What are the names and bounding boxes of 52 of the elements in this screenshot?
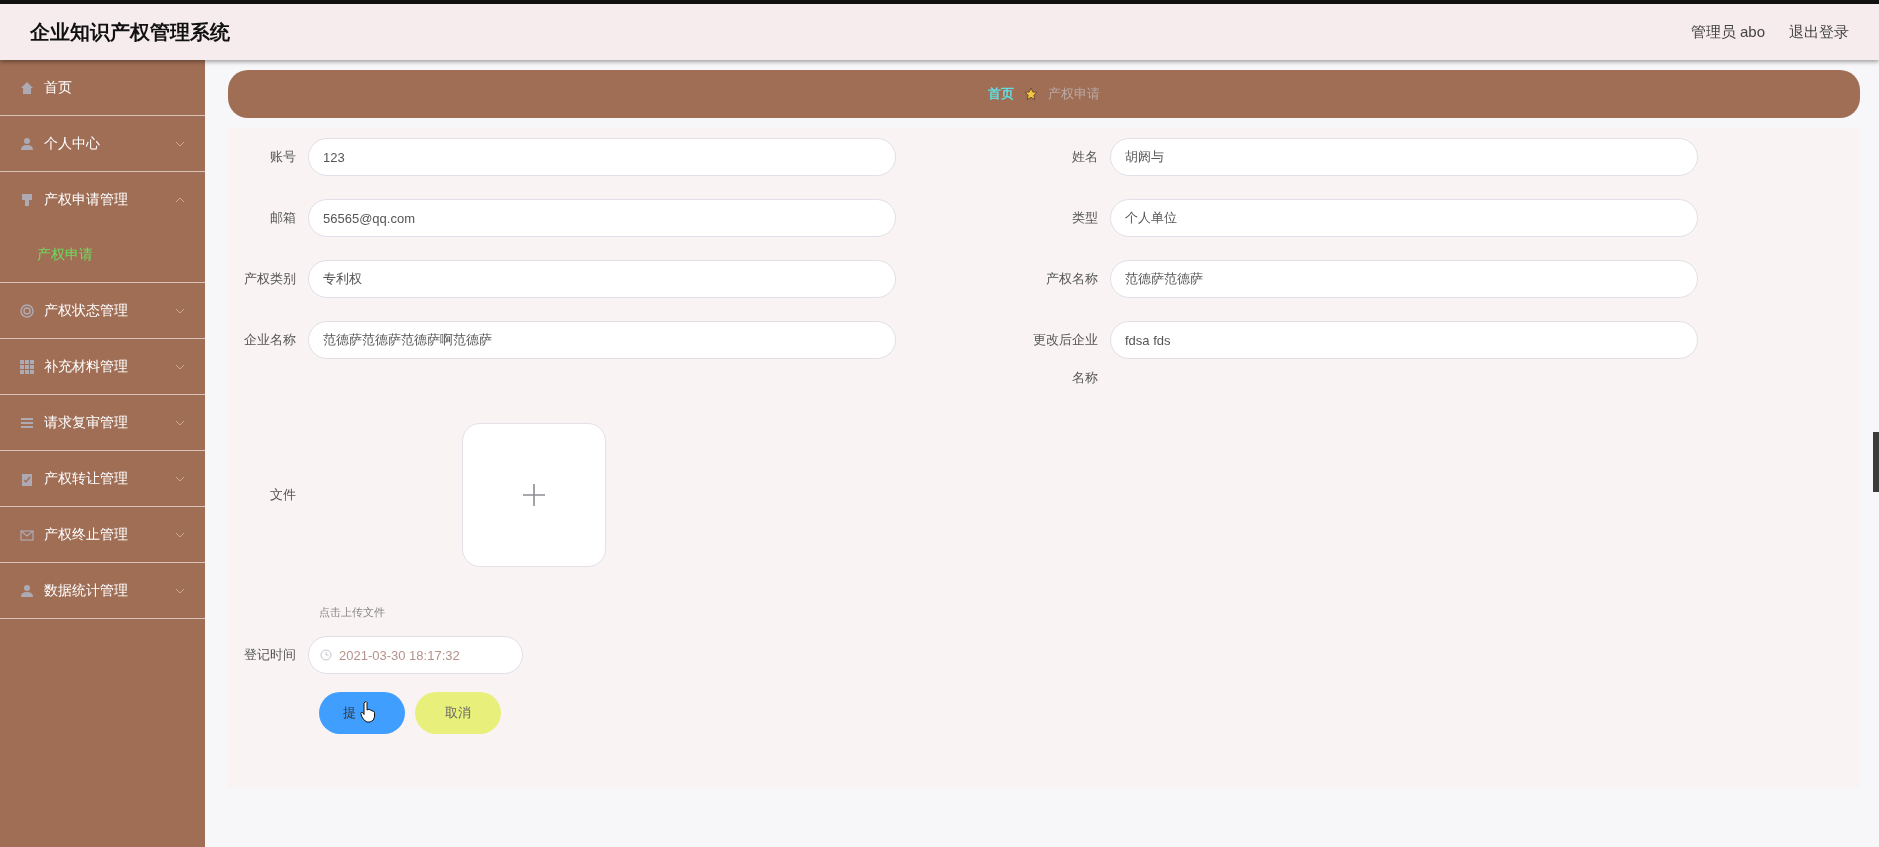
mail-icon <box>20 527 34 542</box>
field-label: 产权类别 <box>243 270 297 288</box>
date-field[interactable]: 2021-03-30 18:17:32 <box>308 636 523 674</box>
upload-hint: 点击上传文件 <box>319 605 385 620</box>
input-field[interactable]: 123 <box>308 138 896 176</box>
cancel-button[interactable]: 取消 <box>415 692 501 734</box>
field-label: 更改后企业名称 <box>1032 331 1099 387</box>
menu-item[interactable]: 个人中心 <box>0 116 205 171</box>
submenu-item[interactable]: 产权申请 <box>0 227 205 282</box>
user-icon <box>20 136 34 151</box>
hand-cursor-icon <box>360 701 376 723</box>
submit-button[interactable]: 提 <box>319 692 405 734</box>
menu-item[interactable]: 产权状态管理 <box>0 283 205 338</box>
field-label: 账号 <box>269 148 297 166</box>
scrollbar[interactable] <box>1873 432 1879 492</box>
menu-item[interactable]: 产权转让管理 <box>0 451 205 506</box>
home-icon <box>20 80 34 95</box>
menu-item[interactable]: 补充材料管理 <box>0 339 205 394</box>
field-label: 邮箱 <box>269 209 297 227</box>
user-name: 管理员 abo <box>1690 22 1765 42</box>
menu-item[interactable]: 首页 <box>0 60 205 115</box>
input-field[interactable]: 范德萨范德萨 <box>1110 260 1698 298</box>
field-label: 文件 <box>269 486 297 504</box>
app-title: 企业知识产权管理系统 <box>30 19 231 45</box>
field-label: 姓名 <box>1071 148 1099 166</box>
star-icon <box>1024 87 1038 101</box>
field-label: 类型 <box>1071 209 1099 227</box>
menu-item[interactable]: 数据统计管理 <box>0 563 205 618</box>
stamp-icon <box>20 192 34 207</box>
menu-item[interactable]: 产权终止管理 <box>0 507 205 562</box>
ring-icon <box>20 303 34 318</box>
plus-icon <box>523 484 545 506</box>
input-field[interactable]: 范德萨范德萨范德萨啊范德萨 <box>308 321 896 359</box>
list-icon <box>20 415 34 430</box>
menu-item[interactable]: 请求复审管理 <box>0 395 205 450</box>
input-field[interactable]: 个人单位 <box>1110 199 1698 237</box>
user-icon <box>20 583 34 598</box>
breadcrumb-link[interactable]: 首页 <box>988 85 1014 103</box>
input-field[interactable]: fdsa fds <box>1110 321 1698 359</box>
menu-item[interactable]: 产权申请管理 <box>0 172 205 227</box>
field-label: 产权名称 <box>1045 270 1099 288</box>
upload-box[interactable] <box>462 423 606 567</box>
grid-icon <box>20 359 34 374</box>
clock-icon <box>320 649 332 661</box>
input-field[interactable]: 专利权 <box>308 260 896 298</box>
field-label: 企业名称 <box>243 331 297 349</box>
input-field[interactable]: 胡阏与 <box>1110 138 1698 176</box>
clipboard-icon <box>20 471 34 486</box>
breadcrumb-current: 产权申请 <box>1048 85 1100 103</box>
field-label: 登记时间 <box>243 646 297 664</box>
logout-link[interactable]: 退出登录 <box>1789 22 1849 42</box>
input-field[interactable]: 56565@qq.com <box>308 199 896 237</box>
